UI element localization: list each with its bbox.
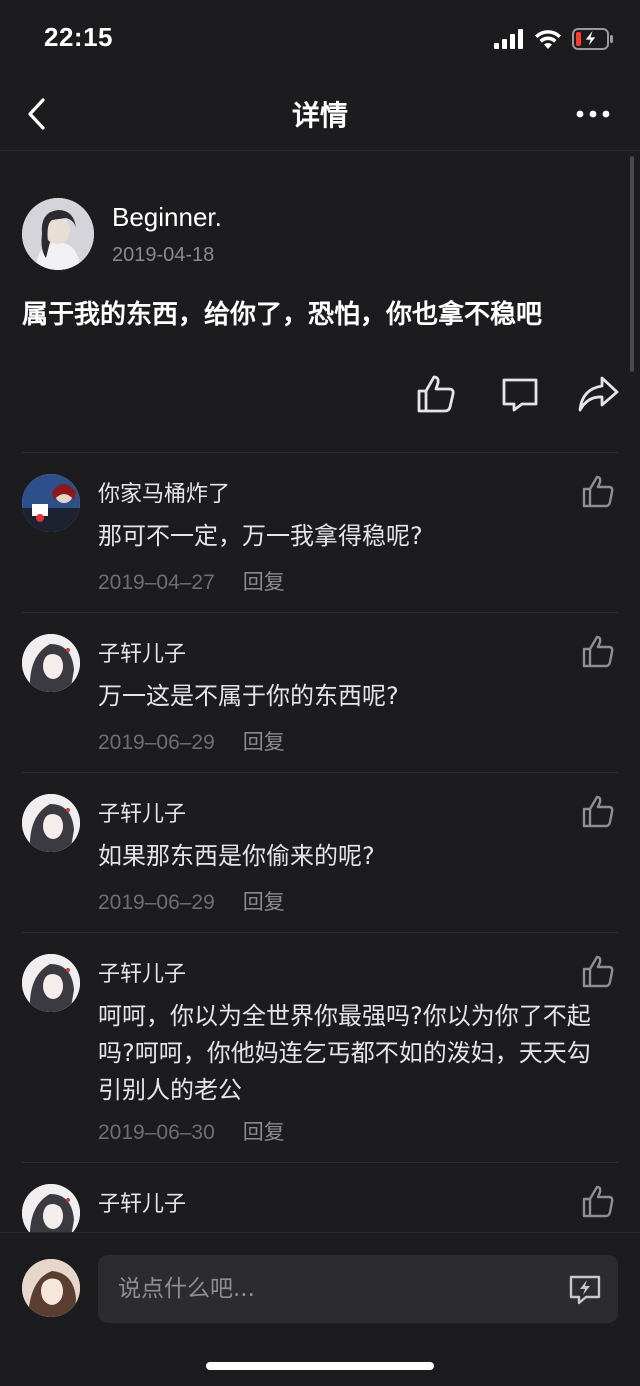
divider [22, 772, 618, 773]
commenter-avatar[interactable] [22, 794, 80, 852]
commenter-avatar[interactable] [22, 954, 80, 1012]
divider [22, 932, 618, 933]
comment-meta: 2019–06–30 回复 [98, 1116, 285, 1146]
thumbs-up-icon[interactable] [580, 1184, 616, 1220]
comment-meta: 2019–06–29 回复 [98, 726, 285, 756]
thumbs-up-icon[interactable] [580, 794, 616, 830]
comment-date: 2019–06–29 [98, 891, 215, 914]
thumbs-up-icon[interactable] [580, 634, 616, 670]
emoji-icon[interactable] [568, 1273, 602, 1305]
comment-text: 万一这是不属于你的东西呢? [98, 682, 399, 710]
comment-meta: 2019–06–29 回复 [98, 886, 285, 916]
commenter-name[interactable]: 子轩儿子 [98, 796, 186, 828]
divider [22, 1162, 618, 1163]
comment-date: 2019–06–30 [98, 1121, 215, 1144]
share-icon[interactable] [576, 372, 620, 416]
commenter-name[interactable]: 子轩儿子 [98, 1186, 186, 1218]
signal-icon [494, 29, 523, 49]
post-author-name[interactable]: Beginner. [112, 202, 222, 233]
commenter-avatar[interactable] [22, 474, 80, 532]
divider [22, 612, 618, 613]
comment-icon[interactable] [498, 372, 542, 416]
thumbs-up-icon[interactable] [414, 372, 458, 416]
home-indicator[interactable] [206, 1362, 434, 1370]
post-date: 2019-04-18 [112, 244, 215, 266]
scrollbar[interactable] [630, 156, 634, 372]
wifi-icon [535, 30, 561, 49]
commenter-avatar[interactable] [22, 634, 80, 692]
detail-screen: 22:15 详情 Beginner. 2019-04-18 属于我的东西，给你了… [0, 0, 640, 1386]
comment-input[interactable] [98, 1255, 618, 1323]
thumbs-up-icon[interactable] [580, 474, 616, 510]
reply-button[interactable]: 回复 [243, 730, 285, 754]
more-dots-icon[interactable] [576, 102, 610, 126]
nav-bar: 详情 [0, 80, 640, 151]
comment-date: 2019–04–27 [98, 571, 215, 594]
comment-text: 那可不一定，万一我拿得稳呢? [98, 522, 423, 550]
commenter-name[interactable]: 子轩儿子 [98, 956, 186, 988]
post-actions [414, 372, 624, 416]
comment-meta: 2019–04–27 回复 [98, 566, 285, 596]
status-bar: 22:15 [0, 0, 640, 80]
battery-icon [572, 28, 613, 50]
reply-button[interactable]: 回复 [243, 570, 285, 594]
status-icons [494, 26, 614, 52]
post-author-avatar[interactable] [22, 198, 94, 270]
page-title: 详情 [291, 99, 348, 132]
divider [22, 452, 618, 453]
reply-button[interactable]: 回复 [243, 890, 285, 914]
commenter-name[interactable]: 子轩儿子 [98, 636, 186, 668]
reply-button[interactable]: 回复 [243, 1120, 285, 1144]
commenter-name[interactable]: 你家马桶炸了 [98, 476, 230, 508]
thumbs-up-icon[interactable] [580, 954, 616, 990]
comment-date: 2019–06–29 [98, 731, 215, 754]
my-avatar[interactable] [22, 1259, 80, 1317]
post-content: 属于我的东西，给你了，恐怕，你也拿不稳吧 [22, 300, 543, 330]
status-time: 22:15 [44, 22, 113, 52]
comment-text: 呵呵，你以为全世界你最强吗?你以为你了不起吗?呵呵，你他妈连乞丐都不如的泼妇，天… [98, 1002, 591, 1104]
comment-text: 如果那东西是你偷来的呢? [98, 842, 375, 870]
